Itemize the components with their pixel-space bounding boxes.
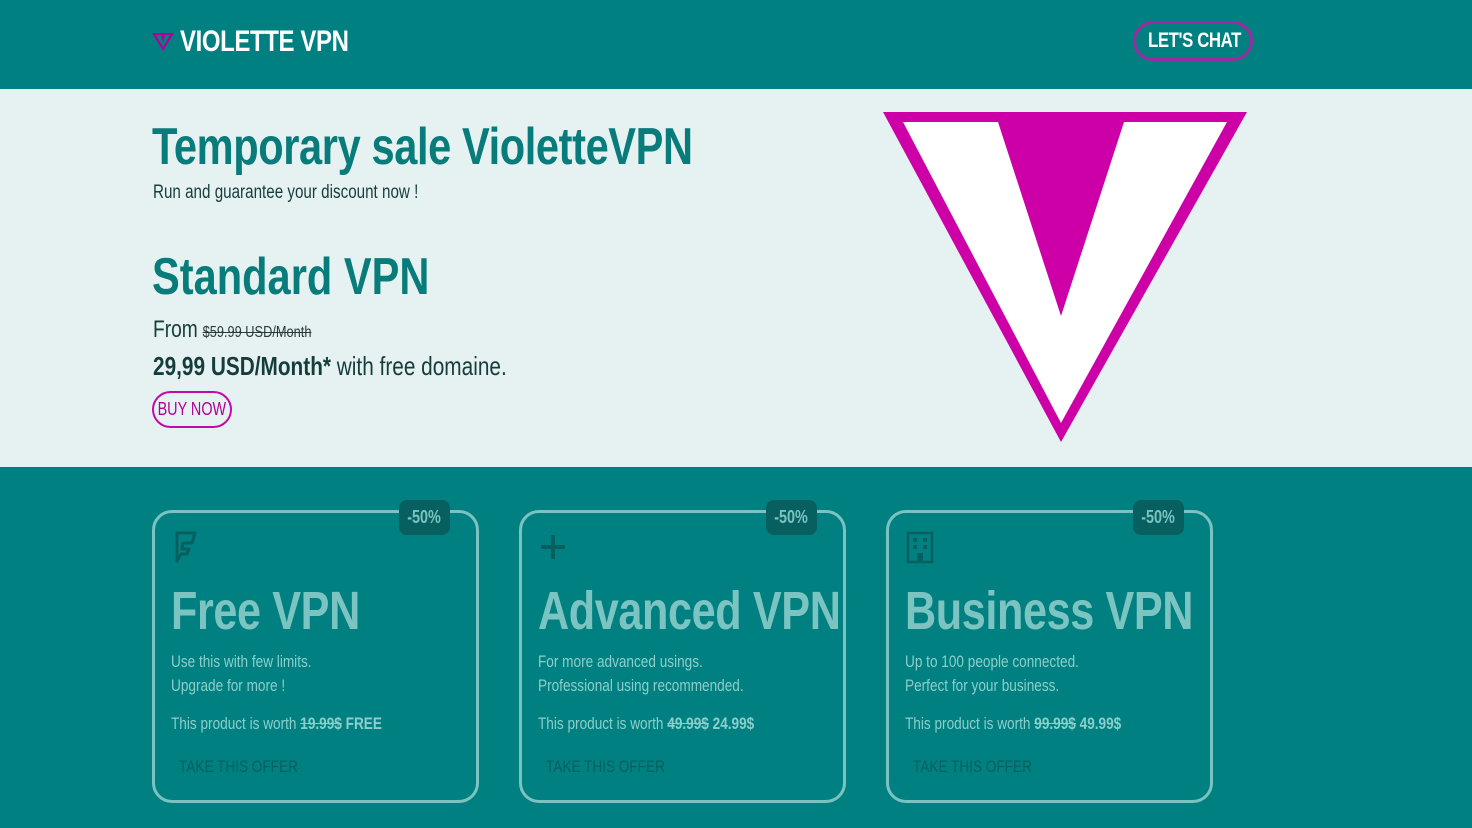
offer-title: Advanced VPN [538, 581, 841, 641]
offer-price-line: This product is worth 99.99$ 49.99$ [905, 714, 1121, 734]
offer-desc-line: Professional using recommended. [538, 676, 744, 695]
brand-logo-link[interactable]: VIOLETTE VPN [152, 24, 391, 60]
standard-plan-title: Standard VPN [152, 248, 430, 306]
violette-logo-icon [152, 33, 174, 51]
plus-icon [541, 535, 565, 559]
offer-new-price: 24.99$ [712, 714, 755, 733]
worth-label: This product is worth [538, 714, 664, 733]
offer-desc-line: Perfect for your business. [905, 676, 1060, 695]
offer-new-price: 49.99$ [1079, 714, 1122, 733]
price-from-label: From [153, 316, 198, 343]
brand-name: VIOLETTE VPN [180, 25, 349, 58]
offers-section: -50% Free VPN Use this with few limits. … [0, 467, 1472, 828]
take-offer-button[interactable]: TAKE THIS OFFER [546, 757, 665, 777]
current-price-line: 29,99 USD/Month* with free domaine. [153, 351, 507, 382]
violette-v-logo-icon [883, 112, 1247, 442]
offer-description: Use this with few limits. Upgrade for mo… [171, 650, 312, 698]
offer-card-free: -50% Free VPN Use this with few limits. … [152, 500, 479, 803]
foursquare-icon [175, 531, 197, 563]
take-offer-button[interactable]: TAKE THIS OFFER [913, 757, 1032, 777]
offer-price-line: This product is worth 19.99$ FREE [171, 714, 382, 734]
worth-label: This product is worth [905, 714, 1031, 733]
offer-old-price: 49.99$ [667, 714, 709, 733]
worth-label: This product is worth [171, 714, 297, 733]
offer-price-line: This product is worth 49.99$ 24.99$ [538, 714, 754, 734]
hero-section: Temporary sale VioletteVPN Run and guara… [0, 89, 1472, 467]
building-icon [906, 531, 934, 564]
offer-new-price: FREE [345, 714, 382, 733]
price-from-line: From $59.99 USD/Month [153, 316, 311, 344]
offer-desc-line: For more advanced usings. [538, 652, 703, 671]
discount-badge: -50% [1133, 500, 1184, 535]
price-suffix: with free domaine. [331, 351, 507, 381]
top-navbar: VIOLETTE VPN LET'S CHAT [0, 0, 1472, 89]
offer-desc-line: Upgrade for more ! [171, 676, 286, 695]
offer-old-price: 99.99$ [1034, 714, 1076, 733]
buy-now-button[interactable]: BUY NOW [152, 391, 232, 428]
offer-card-business: -50% Business VPN Up to 100 people conne… [886, 500, 1213, 803]
hero-subtitle: Run and guarantee your discount now ! [153, 182, 419, 203]
offer-desc-line: Up to 100 people connected. [905, 652, 1079, 671]
offer-description: Up to 100 people connected. Perfect for … [905, 650, 1079, 698]
offer-description: For more advanced usings. Professional u… [538, 650, 744, 698]
discount-badge: -50% [766, 500, 817, 535]
buy-now-label: BUY NOW [157, 399, 227, 419]
old-price: $59.99 USD/Month [202, 324, 312, 341]
lets-chat-button[interactable]: LET'S CHAT [1133, 21, 1253, 61]
hero-title: Temporary sale VioletteVPN [152, 118, 693, 176]
discount-badge: -50% [399, 500, 450, 535]
offer-title: Business VPN [905, 581, 1194, 641]
take-offer-button[interactable]: TAKE THIS OFFER [179, 757, 298, 777]
offer-card-advanced: -50% Advanced VPN For more advanced usin… [519, 500, 846, 803]
offer-title: Free VPN [171, 581, 360, 641]
offer-old-price: 19.99$ [300, 714, 342, 733]
offer-desc-line: Use this with few limits. [171, 652, 312, 671]
current-price: 29,99 USD/Month* [153, 351, 331, 381]
lets-chat-label: LET'S CHAT [1148, 29, 1242, 52]
